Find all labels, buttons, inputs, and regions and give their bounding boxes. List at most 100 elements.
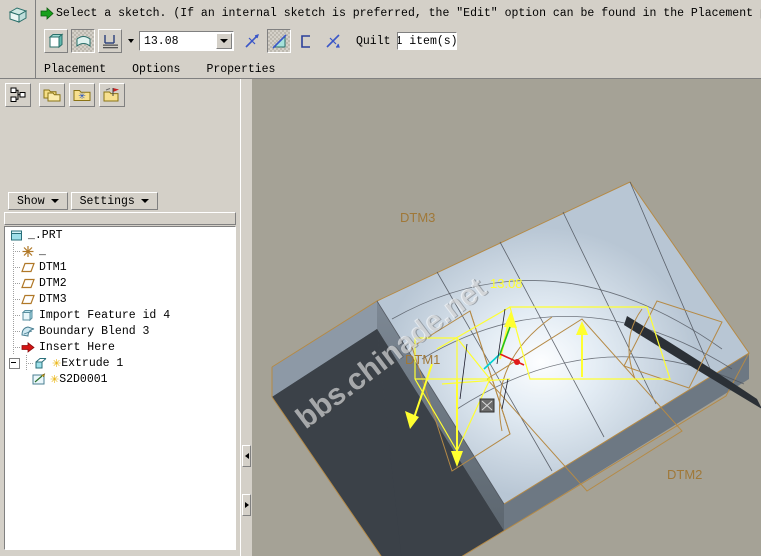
modified-star-icon: ✳ — [50, 372, 60, 386]
tree-guide — [9, 259, 20, 275]
quilt-label: Quilt — [356, 34, 391, 48]
model-tree-button[interactable] — [5, 83, 31, 107]
solid-cube-icon — [48, 32, 63, 48]
tree-expander-minus[interactable] — [9, 357, 20, 369]
folder-browser-button[interactable] — [39, 83, 65, 107]
tree-item-extrude-1[interactable]: ✳ Extrude 1 — [5, 355, 235, 371]
tree-guide — [22, 355, 33, 371]
chevron-down-icon — [50, 199, 59, 203]
extrude-as-surface-button[interactable] — [71, 29, 95, 53]
favorites-folder-button[interactable]: ✳ — [69, 83, 95, 107]
show-menu[interactable]: Show — [8, 192, 68, 210]
datum-label-dtm1: DTM1 — [405, 352, 441, 367]
depth-value-input[interactable]: 13.08 — [140, 32, 216, 50]
dashboard-left-strip — [0, 0, 36, 79]
tab-placement[interactable]: Placement — [44, 63, 106, 76]
thicken-sketch-icon — [300, 34, 310, 48]
tree-nodes-icon — [10, 87, 26, 102]
tab-options[interactable]: Options — [132, 63, 180, 76]
model-tree-panel: ✳ Show Settings _.PRT _ DTM1 DTM2 DTM3 I… — [0, 79, 240, 556]
extrude-dashboard: Select a sketch. (If an internal sketch … — [0, 0, 761, 79]
insert-arrow-icon — [20, 340, 36, 354]
depth-option-button[interactable] — [98, 29, 122, 53]
modified-star-icon: ✳ — [52, 356, 62, 370]
tab-properties[interactable]: Properties — [206, 63, 275, 76]
datum-plane-icon — [20, 260, 36, 274]
tree-item-label: DTM1 — [39, 260, 67, 274]
datum-plane-icon — [20, 292, 36, 306]
tree-guide — [9, 291, 20, 307]
tree-guide — [9, 339, 20, 355]
tree-item-insert-here[interactable]: Insert Here — [5, 339, 235, 355]
surface-sheet-icon — [76, 35, 90, 47]
connections-button[interactable] — [99, 83, 125, 107]
tree-guide — [9, 275, 20, 291]
status-message-row: Select a sketch. (If an internal sketch … — [40, 4, 761, 22]
dimension-label-depth[interactable]: 13.08 — [490, 276, 523, 291]
csys-icon — [20, 244, 36, 258]
remove-material-button[interactable] — [267, 29, 291, 53]
tree-item-import-feature[interactable]: Import Feature id 4 — [5, 307, 235, 323]
model-tree-column-header[interactable] — [4, 212, 236, 225]
model-tree-menubar: Show Settings — [8, 192, 161, 210]
datum-label-dtm2: DTM2 — [667, 467, 703, 482]
extrude-icon — [33, 356, 49, 370]
thicken-sketch-button[interactable] — [294, 29, 318, 53]
tree-item-dtm3[interactable]: DTM3 — [5, 291, 235, 307]
settings-menu[interactable]: Settings — [70, 192, 158, 210]
sketch-icon — [31, 372, 47, 386]
splitter-collapse-right[interactable] — [242, 494, 251, 516]
part-icon — [9, 228, 25, 242]
folder-flag-icon — [103, 88, 119, 102]
tree-item-label: DTM3 — [39, 292, 67, 306]
tree-item-dtm2[interactable]: DTM2 — [5, 275, 235, 291]
model-graphics — [271, 181, 761, 556]
tree-item-label: Import Feature id 4 — [39, 308, 171, 322]
rotate-view-icon[interactable] — [7, 5, 29, 25]
remove-material-icon — [271, 33, 287, 49]
tree-guide — [9, 307, 20, 323]
green-arrow-icon — [40, 6, 54, 20]
quilt-collector-field[interactable]: 1 item(s) — [396, 32, 457, 50]
dashboard-toolbar: 13.08 Quilt 1 item(s) — [44, 28, 457, 54]
status-message-text: Select a sketch. (If an internal sketch … — [56, 6, 761, 20]
depth-value-combo[interactable]: 13.08 — [139, 31, 234, 51]
tree-guide — [9, 243, 20, 259]
datum-label-dtm3: DTM3 — [400, 210, 436, 225]
graphics-viewport[interactable]: bbs.chinade.net DTM3 DTM1 DTM2 13.08 — [252, 79, 761, 556]
settings-menu-label: Settings — [79, 194, 135, 208]
tree-item-s2d0001[interactable]: ✳ S2D0001 — [5, 371, 235, 387]
show-menu-label: Show — [17, 194, 45, 208]
extrude-as-solid-button[interactable] — [44, 29, 68, 53]
tree-item-label: Boundary Blend 3 — [39, 324, 150, 338]
blend-icon — [20, 324, 36, 338]
datum-plane-icon — [20, 276, 36, 290]
chevron-right-icon — [244, 502, 249, 508]
tree-guide — [9, 323, 20, 339]
folder-star-icon: ✳ — [73, 90, 91, 102]
tree-item-label: _.PRT — [28, 228, 63, 242]
tree-item-label: Insert Here — [39, 340, 115, 354]
flip-depth-direction-button[interactable] — [240, 29, 264, 53]
flip-side-icon — [325, 33, 340, 48]
tree-item-prt[interactable]: _.PRT — [5, 227, 235, 243]
tree-item-dtm1[interactable]: DTM1 — [5, 259, 235, 275]
application-window: Select a sketch. (If an internal sketch … — [0, 0, 761, 556]
svg-text:✳: ✳ — [78, 92, 86, 102]
chevron-left-icon — [244, 453, 249, 459]
tree-item-label: S2D0001 — [59, 372, 108, 386]
tree-item-label: DTM2 — [39, 276, 67, 290]
depth-combo-button[interactable] — [216, 33, 232, 49]
folders-icon — [43, 89, 61, 102]
tree-item-label: Extrude 1 — [61, 356, 124, 370]
tree-item-csys[interactable]: _ — [5, 243, 235, 259]
flip-material-side-button[interactable] — [321, 29, 345, 53]
dashboard-tabs: Placement Options Properties — [44, 60, 301, 78]
model-tree-list[interactable]: _.PRT _ DTM1 DTM2 DTM3 Import Feature id… — [4, 226, 236, 550]
depth-dropdown-arrow[interactable] — [125, 30, 136, 52]
import-icon — [20, 308, 36, 322]
splitter-collapse-left[interactable] — [242, 445, 251, 467]
tree-item-boundary-blend[interactable]: Boundary Blend 3 — [5, 323, 235, 339]
chevron-down-icon — [220, 39, 228, 43]
tree-item-label: _ — [39, 244, 46, 258]
